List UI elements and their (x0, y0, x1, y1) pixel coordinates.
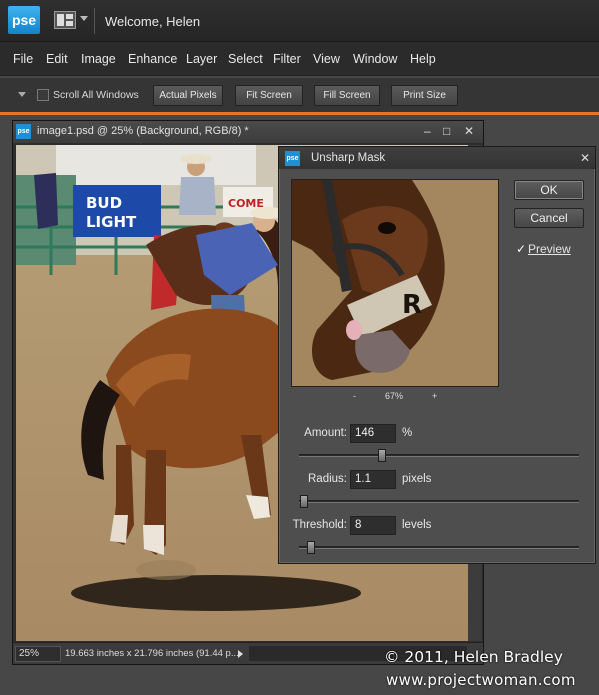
options-bar: Scroll All Windows Actual Pixels Fit Scr… (0, 77, 599, 113)
close-icon[interactable]: ✕ (580, 151, 590, 165)
title-bar: pse Welcome, Helen (0, 0, 599, 42)
menu-enhance[interactable]: Enhance (128, 52, 177, 66)
radius-slider-thumb[interactable] (300, 495, 309, 508)
chevron-down-icon[interactable] (18, 92, 26, 97)
menu-filter[interactable]: Filter (273, 52, 301, 66)
checkmark-icon: ✓ (516, 242, 527, 256)
unsharp-mask-dialog: pse Unsharp Mask ✕ R - 67% + OK Cancel ✓… (278, 146, 596, 564)
radius-unit: pixels (402, 473, 432, 485)
print-size-button[interactable]: Print Size (391, 85, 458, 106)
fill-screen-button[interactable]: Fill Screen (314, 85, 380, 106)
actual-pixels-button[interactable]: Actual Pixels (153, 85, 223, 106)
chevron-down-icon[interactable] (80, 16, 88, 21)
accent-line (0, 112, 599, 115)
document-title-bar[interactable]: pse image1.psd @ 25% (Background, RGB/8)… (13, 121, 483, 143)
menu-help[interactable]: Help (410, 52, 436, 66)
document-title: image1.psd @ 25% (Background, RGB/8) * (37, 125, 249, 137)
menu-edit[interactable]: Edit (46, 52, 68, 66)
menu-image[interactable]: Image (81, 52, 116, 66)
radius-input[interactable]: 1.1 (350, 470, 396, 489)
ok-button[interactable]: OK (514, 180, 584, 200)
threshold-unit: levels (402, 519, 432, 531)
maximize-icon[interactable]: □ (443, 124, 450, 138)
filter-preview[interactable]: R (291, 179, 499, 387)
scroll-all-windows-label: Scroll All Windows (53, 89, 139, 101)
pse-logo: pse (8, 6, 40, 34)
horse-closeup-image: R (292, 180, 498, 386)
zoom-in-button[interactable]: + (432, 391, 437, 401)
menu-layer[interactable]: Layer (186, 52, 217, 66)
app-window: pse Welcome, Helen File Edit Image Enhan… (0, 0, 599, 695)
cancel-button[interactable]: Cancel (514, 208, 584, 228)
radius-slider[interactable] (299, 495, 579, 508)
zoom-field[interactable]: 25% (15, 646, 61, 662)
dialog-title-bar[interactable]: pse Unsharp Mask ✕ (279, 147, 595, 169)
close-icon[interactable]: ✕ (464, 124, 474, 138)
menu-window[interactable]: Window (353, 52, 397, 66)
scroll-all-windows-checkbox[interactable] (37, 89, 49, 101)
preview-checkbox[interactable]: ✓ Preview (516, 242, 571, 256)
chevron-right-icon[interactable] (238, 650, 243, 658)
amount-input[interactable]: 146 (350, 424, 396, 443)
amount-slider[interactable] (299, 449, 579, 462)
amount-slider-thumb[interactable] (377, 449, 386, 462)
dialog-title: Unsharp Mask (311, 152, 386, 164)
pse-icon: pse (16, 124, 31, 139)
minimize-icon[interactable]: – (424, 124, 431, 138)
menu-bar: File Edit Image Enhance Layer Select Fil… (0, 42, 599, 76)
website-watermark: www.projectwoman.com (386, 671, 576, 689)
threshold-slider-thumb[interactable] (307, 541, 316, 554)
welcome-text: Welcome, Helen (105, 14, 201, 29)
layout-panels-icon[interactable] (54, 11, 76, 29)
threshold-label: Threshold: (292, 519, 347, 531)
threshold-slider[interactable] (299, 541, 579, 554)
amount-unit: % (402, 427, 413, 439)
threshold-input[interactable]: 8 (350, 516, 396, 535)
svg-text:LIGHT: LIGHT (86, 213, 137, 231)
menu-file[interactable]: File (13, 52, 33, 66)
preview-zoom-level: 67% (385, 391, 404, 401)
svg-text:BUD: BUD (86, 194, 122, 212)
menu-view[interactable]: View (313, 52, 340, 66)
amount-label: Amount: (304, 427, 347, 439)
zoom-out-button[interactable]: - (353, 391, 356, 401)
menu-select[interactable]: Select (228, 52, 263, 66)
pse-icon: pse (285, 151, 300, 166)
preview-label: Preview (528, 242, 571, 256)
fit-screen-button[interactable]: Fit Screen (235, 85, 303, 106)
document-dimensions: 19.663 inches x 21.796 inches (91.44 p..… (65, 648, 239, 659)
radius-label: Radius: (308, 473, 347, 485)
copyright-watermark: © 2011, Helen Bradley (384, 648, 563, 666)
svg-text:R: R (402, 290, 422, 320)
divider (94, 8, 95, 34)
